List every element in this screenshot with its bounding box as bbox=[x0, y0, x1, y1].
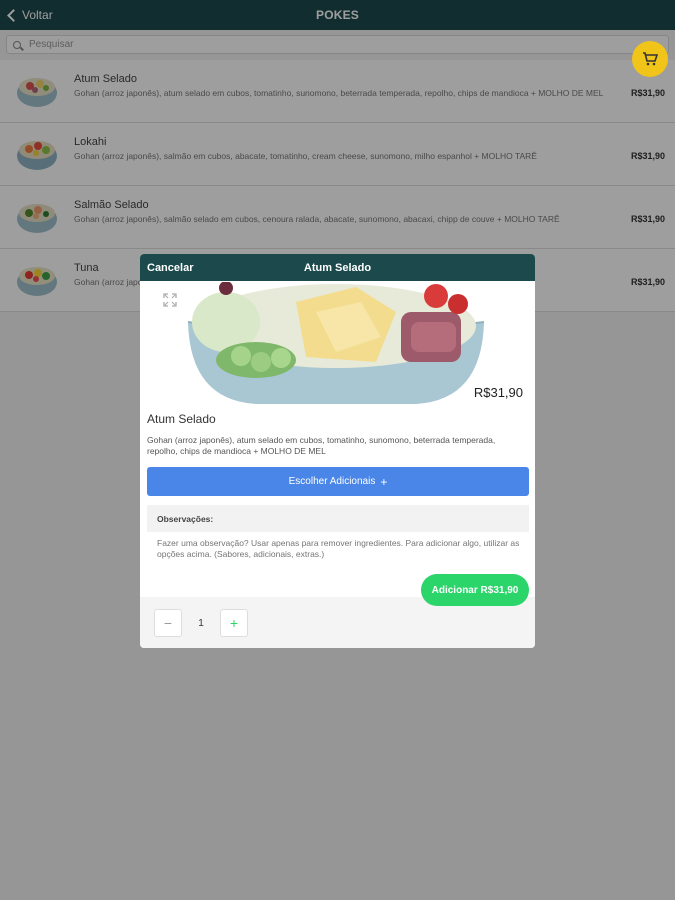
modal-product-name: Atum Selado bbox=[147, 412, 216, 426]
add-to-cart-button[interactable]: Adicionar R$31,90 bbox=[421, 574, 529, 606]
cart-button[interactable] bbox=[632, 41, 668, 77]
quantity-value: 1 bbox=[198, 617, 204, 629]
observations-field[interactable] bbox=[147, 538, 529, 566]
product-image-area: R$31,90 bbox=[140, 281, 535, 407]
modal-price: R$31,90 bbox=[473, 385, 523, 400]
plus-icon: + bbox=[380, 474, 388, 489]
observations-label: Observações: bbox=[147, 505, 529, 532]
product-modal: Cancelar Atum Selado R$31,90 Atum Selado… bbox=[140, 254, 535, 648]
modal-header: Cancelar Atum Selado bbox=[140, 254, 535, 281]
expand-icon[interactable] bbox=[163, 293, 177, 307]
quantity-stepper: − 1 + bbox=[154, 609, 248, 637]
cart-icon bbox=[643, 52, 658, 66]
modal-title: Atum Selado bbox=[303, 261, 372, 274]
increase-quantity-button[interactable]: + bbox=[220, 609, 248, 637]
modal-product-description: Gohan (arroz japonês), atum selado em cu… bbox=[147, 435, 496, 456]
choose-addons-button[interactable]: Escolher Adicionais + bbox=[147, 467, 529, 496]
choose-addons-label: Escolher Adicionais bbox=[288, 476, 376, 487]
decrease-quantity-button[interactable]: − bbox=[154, 609, 182, 637]
cancel-button[interactable]: Cancelar bbox=[147, 262, 193, 274]
product-image bbox=[187, 282, 485, 404]
